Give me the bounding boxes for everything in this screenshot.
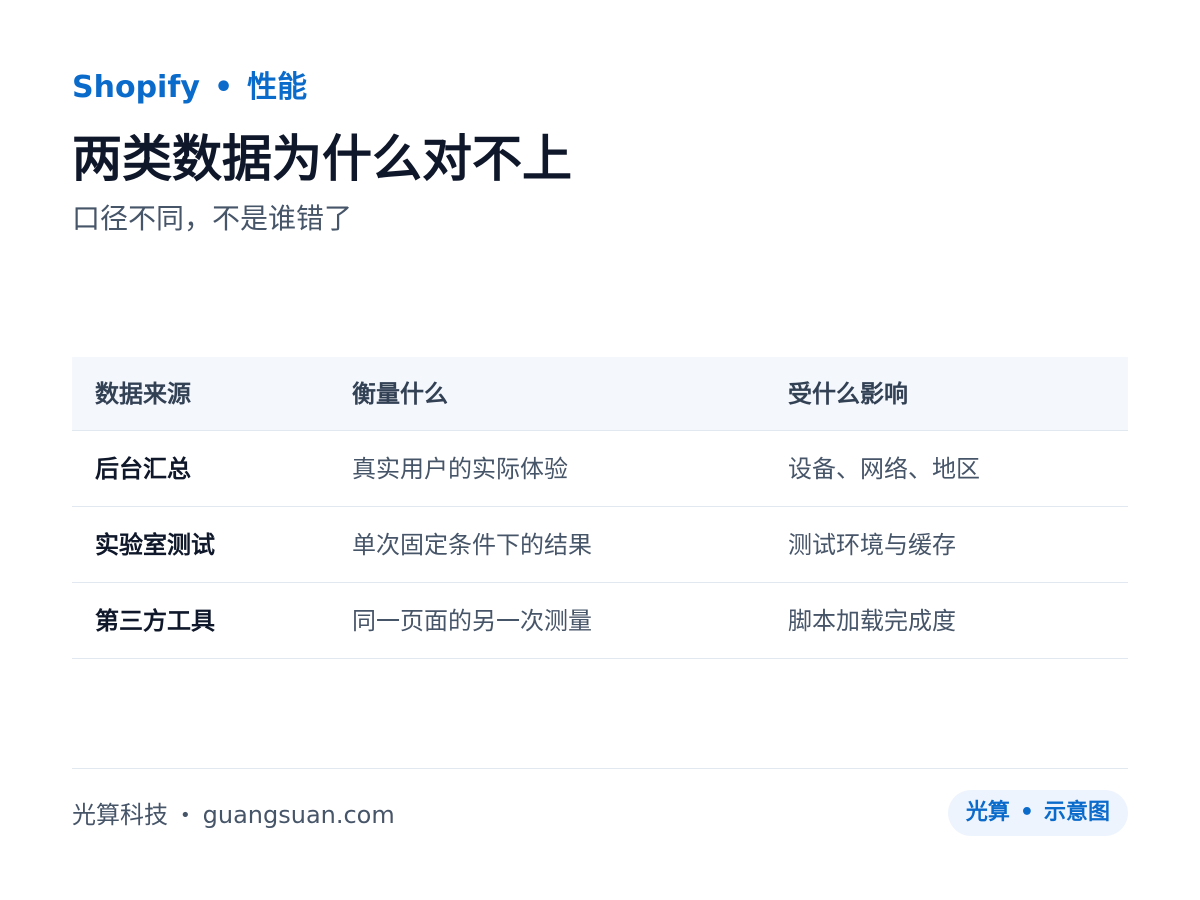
- website-link[interactable]: guangsuan.com: [203, 801, 395, 829]
- section-label: 性能: [247, 70, 308, 105]
- page-title: 两类数据为什么对不上: [72, 130, 572, 188]
- table-cell-factors: 设备、网络、地区: [788, 454, 980, 483]
- table-row: 后台汇总 真实用户的实际体验 设备、网络、地区: [72, 431, 1128, 507]
- table-cell-factors: 测试环境与缓存: [788, 530, 956, 559]
- table-cell-source: 后台汇总: [95, 454, 191, 483]
- table-header-row: 数据来源 衡量什么 受什么影响: [72, 357, 1128, 431]
- badge-brand: 光算: [965, 800, 1010, 825]
- badge-separator: •: [1019, 800, 1034, 825]
- slide: Shopify • 性能 两类数据为什么对不上 口径不同，不是谁错了 数据来源 衡量…: [72, 0, 1128, 900]
- eyebrow-separator: •: [213, 70, 234, 105]
- page-subtitle: 口径不同，不是谁错了: [72, 202, 353, 235]
- column-header-measures: 衡量什么: [352, 379, 448, 408]
- badge-label: 示意图: [1043, 800, 1110, 825]
- table-row: 第三方工具 同一页面的另一次测量 脚本加载完成度: [72, 583, 1128, 659]
- brand-label: Shopify: [72, 70, 200, 105]
- column-header-source: 数据来源: [95, 379, 191, 408]
- table-cell-measures: 真实用户的实际体验: [352, 454, 568, 483]
- footer-credit: 光算科技 • guangsuan.com: [72, 798, 395, 833]
- table-row: 实验室测试 单次固定条件下的结果 测试环境与缓存: [72, 507, 1128, 583]
- footer-separator: •: [180, 805, 191, 826]
- table-cell-source: 实验室测试: [95, 530, 215, 559]
- table-cell-measures: 同一页面的另一次测量: [352, 606, 592, 635]
- table-cell-measures: 单次固定条件下的结果: [352, 530, 592, 559]
- comparison-table: 数据来源 衡量什么 受什么影响 后台汇总 真实用户的实际体验 设备、网络、地区 …: [72, 357, 1128, 659]
- footer-divider: [72, 768, 1128, 769]
- table-cell-source: 第三方工具: [95, 606, 215, 635]
- eyebrow: Shopify • 性能: [72, 68, 307, 108]
- table-cell-factors: 脚本加载完成度: [788, 606, 956, 635]
- diagram-badge: 光算 • 示意图: [947, 790, 1128, 836]
- column-header-factors: 受什么影响: [788, 379, 908, 408]
- company-name: 光算科技: [72, 801, 168, 829]
